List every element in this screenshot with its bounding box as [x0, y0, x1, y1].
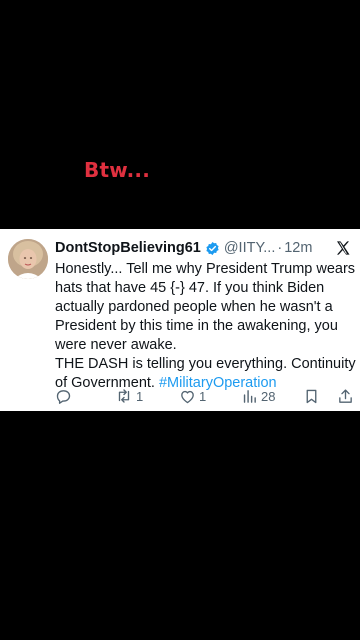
retweet-icon — [115, 387, 133, 405]
video-frame: Btw... DontStopBelieving61 @IITY... · 12… — [0, 0, 360, 640]
x-logo-icon — [335, 240, 351, 256]
like-button[interactable]: 1 — [179, 386, 206, 406]
separator-dot: · — [277, 240, 283, 256]
tweet-text: Honestly... Tell me why President Trump … — [55, 260, 356, 393]
views-count: 28 — [261, 388, 276, 404]
like-icon — [179, 388, 196, 405]
display-name[interactable]: DontStopBelieving61 — [55, 240, 201, 256]
tweet-text-line: President by this time in the awakening,… — [55, 318, 338, 334]
retweet-button[interactable]: 1 — [115, 386, 143, 406]
handle[interactable]: @IITY... — [224, 240, 276, 256]
like-count: 1 — [199, 388, 207, 404]
share-icon — [337, 388, 354, 405]
retweet-count: 1 — [136, 388, 144, 404]
tweet-text-line: Honestly... Tell me why President Trump … — [55, 261, 356, 277]
views-icon — [241, 388, 258, 405]
overlay-caption: Btw... — [84, 158, 150, 182]
reply-icon — [55, 388, 72, 405]
timestamp[interactable]: 12m — [284, 240, 312, 256]
action-bar: 1 1 28 — [55, 386, 355, 406]
tweet-text-line: actually pardoned people when he wasn't … — [55, 299, 333, 315]
bookmark-icon — [303, 388, 320, 405]
avatar[interactable] — [8, 239, 48, 279]
tweet-text-line: THE DASH is telling you everything. Cont… — [55, 356, 356, 372]
bookmark-button[interactable] — [303, 386, 320, 406]
views-button[interactable]: 28 — [241, 386, 275, 406]
tweet-card[interactable]: DontStopBelieving61 @IITY... · 12m Hones… — [0, 229, 360, 411]
share-button[interactable] — [337, 386, 354, 406]
reply-button[interactable] — [55, 386, 72, 406]
verified-badge-icon — [205, 241, 220, 256]
tweet-header: DontStopBelieving61 @IITY... · 12m — [55, 239, 355, 257]
tweet-text-line: were never awake. — [55, 337, 177, 353]
tweet-text-line: hats that have 45 {-} 47. If you think B… — [55, 280, 325, 296]
